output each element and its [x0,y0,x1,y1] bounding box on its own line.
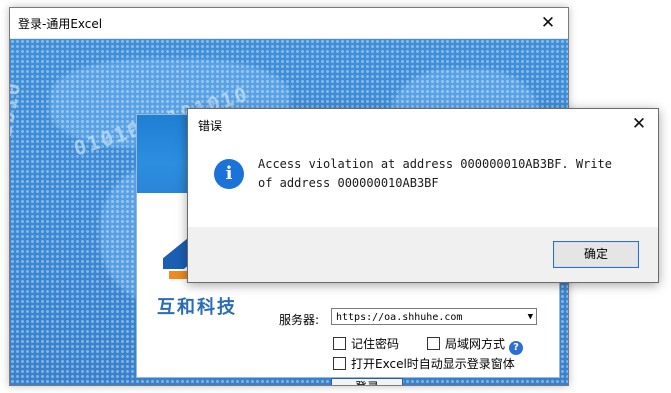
error-dialog: 错误 ✕ i Access violation at address 00000… [187,108,659,283]
auto-show-option[interactable]: 打开Excel时自动显示登录窗体 [333,355,515,372]
login-close-icon[interactable]: ✕ [528,8,568,38]
error-body: i Access violation at address 000000010A… [188,139,658,227]
remember-password-checkbox[interactable] [333,337,346,350]
dropdown-arrow-icon[interactable]: ▼ [528,309,533,324]
auto-show-label: 打开Excel时自动显示登录窗体 [351,357,515,371]
lan-mode-label: 局域网方式 [445,337,506,351]
login-button[interactable]: 登录 [331,378,403,385]
company-logo-text: 互和科技 [157,297,237,318]
remember-password-option[interactable]: 记住密码 [333,335,399,352]
login-titlebar: 登录-通用Excel ✕ [10,8,568,39]
lan-mode-checkbox[interactable] [427,337,440,350]
server-select-value: https://oa.shhuhe.com [336,312,463,323]
ok-button[interactable]: 确定 [553,241,639,268]
help-icon[interactable]: ? [509,341,524,355]
login-window-title: 登录-通用Excel [18,17,103,31]
lan-mode-option[interactable]: 局域网方式? [427,335,524,355]
info-circle-icon: i [214,159,244,189]
server-label: 服务器: [279,313,320,327]
error-message: Access violation at address 000000010AB3… [258,157,613,190]
error-titlebar: 错误 ✕ [188,109,658,139]
remember-password-label: 记住密码 [351,337,400,351]
error-close-icon[interactable]: ✕ [620,109,658,139]
server-select[interactable]: https://oa.shhuhe.com ▼ [331,308,537,325]
error-dialog-title: 错误 [198,119,223,133]
auto-show-checkbox[interactable] [333,357,346,370]
